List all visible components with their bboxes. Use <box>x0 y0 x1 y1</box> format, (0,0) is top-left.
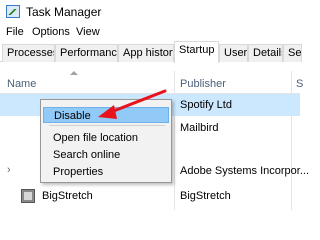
name-cell: BigStretch <box>42 190 93 202</box>
app-icon <box>21 189 35 203</box>
chevron-right-icon[interactable]: › <box>7 164 11 176</box>
sort-caret-icon <box>70 71 78 75</box>
tab-performance[interactable]: Performance <box>55 44 118 62</box>
tab-users[interactable]: Users <box>219 44 248 62</box>
publisher-cell: Spotify Ltd <box>180 99 232 111</box>
context-menu: Disable Open file location Search online… <box>40 99 172 183</box>
menu-item-properties[interactable]: Properties <box>43 164 169 180</box>
column-header-publisher[interactable]: Publisher <box>180 78 226 90</box>
menu-bar: File Options View <box>0 25 300 41</box>
tab-processes[interactable]: Processes <box>2 44 55 62</box>
tab-strip: Processes Performance App history Startu… <box>0 41 302 63</box>
publisher-cell: Adobe Systems Incorpor... <box>180 165 310 177</box>
publisher-cell: Mailbird <box>180 122 219 134</box>
tab-app-history[interactable]: App history <box>118 44 174 62</box>
menu-item-disable[interactable]: Disable <box>43 107 169 123</box>
title-bar: Task Manager <box>0 0 300 24</box>
menu-separator <box>49 125 165 126</box>
menu-file[interactable]: File <box>6 26 24 38</box>
menu-item-search-online[interactable]: Search online <box>43 147 169 163</box>
column-header-name[interactable]: Name <box>7 78 36 90</box>
menu-view[interactable]: View <box>76 26 100 38</box>
tab-services[interactable]: Se <box>283 44 302 62</box>
column-header-status[interactable]: S <box>296 78 303 90</box>
tab-details[interactable]: Details <box>248 44 283 62</box>
table-row[interactable]: BigStretch BigStretch <box>0 185 300 207</box>
task-manager-icon <box>6 5 20 18</box>
menu-item-open-file-location[interactable]: Open file location <box>43 130 169 146</box>
publisher-cell: BigStretch <box>180 190 231 202</box>
window-title: Task Manager <box>26 5 102 19</box>
tab-startup[interactable]: Startup <box>174 41 219 63</box>
menu-options[interactable]: Options <box>32 26 70 38</box>
